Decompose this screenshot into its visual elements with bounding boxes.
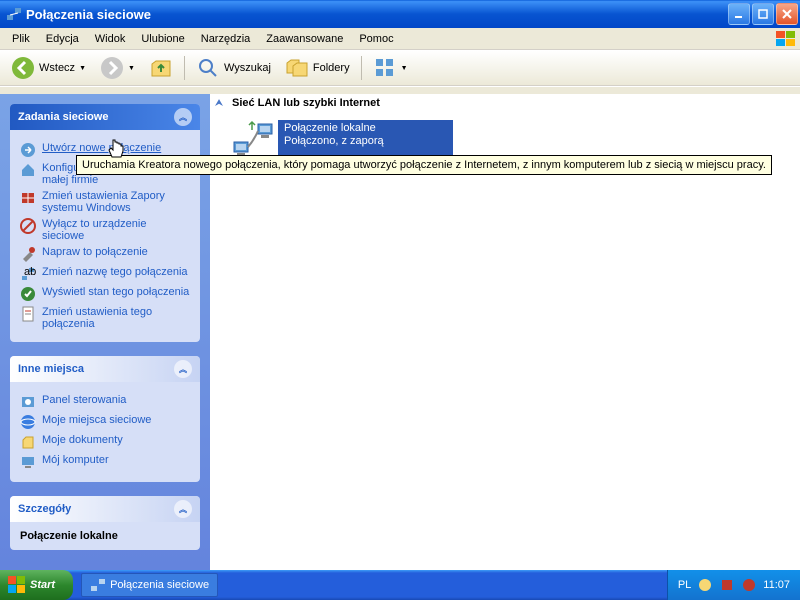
menu-view[interactable]: Widok: [87, 31, 134, 47]
control-panel-icon: [20, 394, 36, 410]
task-repair[interactable]: Napraw to połączenie: [20, 246, 190, 262]
network-connections-icon: [90, 577, 106, 593]
lan-connection-icon: [230, 120, 278, 160]
menubar: Plik Edycja Widok Ulubione Narzędzia Zaa…: [0, 28, 800, 50]
new-connection-icon: [20, 142, 36, 158]
menu-favorites[interactable]: Ulubione: [133, 31, 192, 47]
other-places-header[interactable]: Inne miejsca ︽: [10, 356, 200, 382]
chevron-down-icon: ▼: [128, 65, 135, 72]
up-button[interactable]: [144, 55, 178, 81]
tray-icon[interactable]: [697, 577, 713, 593]
connection-item[interactable]: Połączenie lokalne Połączono, z zaporą: [230, 120, 800, 160]
properties-icon: [20, 306, 36, 322]
svg-text:ab: ab: [24, 266, 36, 278]
search-icon: [196, 56, 220, 80]
chevron-down-icon: ▼: [401, 65, 408, 72]
documents-icon: [20, 434, 36, 450]
menu-edit[interactable]: Edycja: [38, 31, 87, 47]
back-button[interactable]: Wstecz ▼: [6, 55, 91, 81]
collapse-icon: ︽: [174, 360, 192, 378]
task-disable[interactable]: Wyłącz to urządzenie sieciowe: [20, 218, 190, 242]
folders-button[interactable]: Foldery: [280, 55, 355, 81]
task-firewall[interactable]: Zmień ustawienia Zapory systemu Windows: [20, 190, 190, 214]
folders-icon: [285, 56, 309, 80]
system-tray: PL 11:07: [667, 570, 800, 600]
forward-icon: [100, 56, 124, 80]
menu-tools[interactable]: Narzędzia: [193, 31, 259, 47]
group-collapse-icon[interactable]: ⮝: [212, 96, 226, 110]
tasks-panel-header[interactable]: Zadania sieciowe ︽: [10, 104, 200, 130]
other-places-panel: Inne miejsca ︽ Panel sterowania Moje mie…: [10, 356, 200, 482]
task-properties[interactable]: Zmień ustawienia tego połączenia: [20, 306, 190, 330]
taskbar-item[interactable]: Połączenia sieciowe: [81, 573, 218, 597]
menu-advanced[interactable]: Zaawansowane: [258, 31, 351, 47]
details-content: Połączenie lokalne: [10, 522, 200, 550]
other-my-documents[interactable]: Moje dokumenty: [20, 434, 190, 450]
windows-logo-icon: [8, 576, 26, 594]
other-my-computer[interactable]: Mój komputer: [20, 454, 190, 470]
home-network-icon: [20, 162, 36, 178]
views-button[interactable]: ▼: [368, 55, 413, 81]
collapse-icon: ︽: [174, 500, 192, 518]
views-icon: [373, 56, 397, 80]
folder-up-icon: [149, 56, 173, 80]
status-icon: [20, 286, 36, 302]
menu-help[interactable]: Pomoc: [351, 31, 401, 47]
other-network-places[interactable]: Moje miejsca sieciowe: [20, 414, 190, 430]
close-button[interactable]: [776, 3, 798, 25]
other-control-panel[interactable]: Panel sterowania: [20, 394, 190, 410]
chevron-down-icon: ▼: [79, 65, 86, 72]
forward-button[interactable]: ▼: [95, 55, 140, 81]
network-connections-icon: [6, 6, 22, 22]
tray-icon[interactable]: [741, 577, 757, 593]
connection-status: Połączono, z zaporą: [284, 135, 445, 148]
task-status[interactable]: Wyświetl stan tego połączenia: [20, 286, 190, 302]
tray-icon[interactable]: [719, 577, 735, 593]
titlebar: Połączenia sieciowe: [0, 0, 800, 28]
start-button[interactable]: Start: [0, 570, 73, 600]
details-header[interactable]: Szczegóły ︽: [10, 496, 200, 522]
computer-icon: [20, 454, 36, 470]
clock[interactable]: 11:07: [763, 579, 790, 591]
minimize-button[interactable]: [728, 3, 750, 25]
disable-icon: [20, 218, 36, 234]
tasks-panel: Zadania sieciowe ︽ Utwórz nowe połączeni…: [10, 104, 200, 342]
search-button[interactable]: Wyszukaj: [191, 55, 276, 81]
connection-name: Połączenie lokalne: [284, 122, 445, 135]
details-panel: Szczegóły ︽ Połączenie lokalne: [10, 496, 200, 550]
toolbar: Wstecz ▼ ▼ Wyszukaj Foldery ▼: [0, 50, 800, 86]
taskbar: Start Połączenia sieciowe PL 11:07: [0, 570, 800, 600]
maximize-button[interactable]: [752, 3, 774, 25]
network-places-icon: [20, 414, 36, 430]
task-rename[interactable]: abZmień nazwę tego połączenia: [20, 266, 190, 282]
back-icon: [11, 56, 35, 80]
tooltip: Uruchamia Kreatora nowego połączenia, kt…: [76, 155, 772, 175]
firewall-icon: [20, 190, 36, 206]
collapse-icon: ︽: [174, 108, 192, 126]
rename-icon: ab: [20, 266, 36, 282]
language-indicator[interactable]: PL: [678, 579, 691, 591]
menu-file[interactable]: Plik: [4, 31, 38, 47]
window-title: Połączenia sieciowe: [26, 7, 728, 22]
repair-icon: [20, 246, 36, 262]
group-header: Sieć LAN lub szybki Internet: [210, 94, 800, 112]
windows-flag-icon: [776, 31, 796, 47]
